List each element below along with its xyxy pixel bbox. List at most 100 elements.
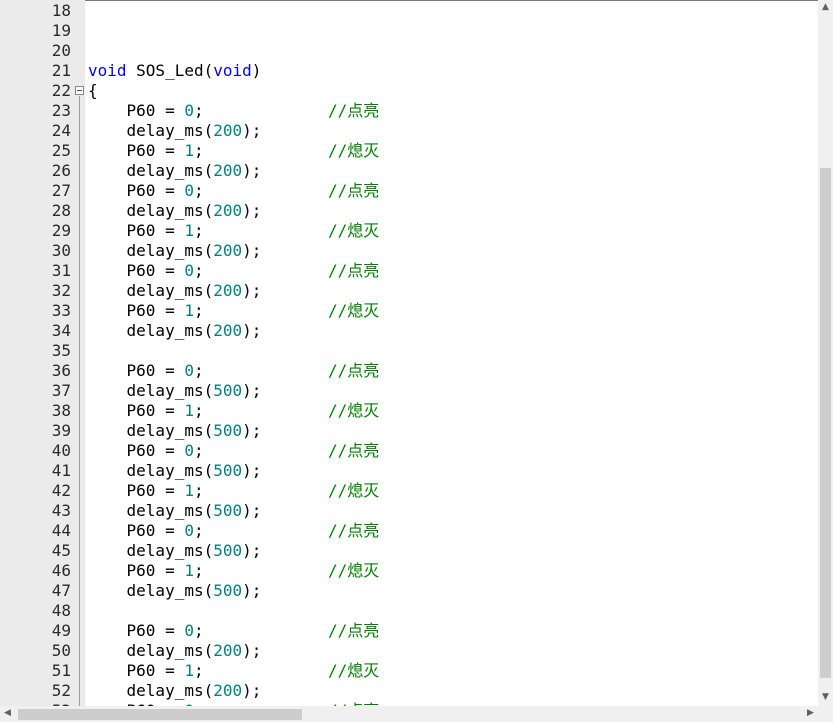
code-text: delay_ms(500); <box>88 381 262 401</box>
code-area[interactable]: 18 19 20 21 void SOS_Led(void) 22 {23 P60 = 0;… <box>0 1 818 706</box>
line-number: 32 <box>51 281 71 300</box>
code-line[interactable]: 23 P60 = 0; //点亮 <box>0 101 818 121</box>
line-number: 19 <box>51 21 71 40</box>
line-number: 26 <box>51 161 71 180</box>
code-line[interactable]: 38 P60 = 1; //熄灭 <box>0 401 818 421</box>
code-token: delay_ms( <box>88 201 214 220</box>
number-token: 500 <box>213 461 243 480</box>
number-token: 500 <box>213 541 243 560</box>
code-line[interactable]: 29 P60 = 1; //熄灭 <box>0 221 818 241</box>
scroll-up-arrow-icon[interactable]: ▲ <box>818 2 833 12</box>
code-line[interactable]: 39 delay_ms(500); <box>0 421 818 441</box>
code-line[interactable]: 31 P60 = 0; //点亮 <box>0 261 818 281</box>
code-line[interactable]: 32 delay_ms(200); <box>0 281 818 301</box>
line-number: 29 <box>51 221 71 240</box>
code-line[interactable]: 18 <box>0 1 818 21</box>
code-line[interactable]: 24 delay_ms(200); <box>0 121 818 141</box>
code-line[interactable]: 44 P60 = 0; //点亮 <box>0 521 818 541</box>
code-token: ); <box>242 161 262 180</box>
code-line[interactable]: 30 delay_ms(200); <box>0 241 818 261</box>
code-comment: //熄灭 <box>328 221 380 240</box>
fold-guide-line <box>79 96 80 706</box>
code-line[interactable]: 36 P60 = 0; //点亮 <box>0 361 818 381</box>
code-token: delay_ms( <box>88 121 214 140</box>
line-number: 34 <box>51 321 71 340</box>
code-line[interactable]: 20 <box>0 41 818 61</box>
code-text: P60 = 0; <box>88 441 204 461</box>
code-line[interactable]: 33 P60 = 1; //熄灭 <box>0 301 818 321</box>
number-token: 200 <box>213 161 243 180</box>
code-text: delay_ms(500); <box>88 581 262 601</box>
line-number: 36 <box>51 361 71 380</box>
code-text: P60 = 0; <box>88 621 204 641</box>
number-token: 1 <box>184 301 194 320</box>
code-line[interactable]: 41 delay_ms(500); <box>0 461 818 481</box>
code-token: ; <box>193 361 204 380</box>
horizontal-scroll-thumb[interactable] <box>18 709 302 720</box>
number-token: 0 <box>184 621 194 640</box>
line-number: 35 <box>51 341 71 360</box>
line-number: 22 <box>51 81 71 100</box>
vertical-scroll-thumb[interactable] <box>820 168 831 678</box>
code-line[interactable]: 19 <box>0 21 818 41</box>
code-text: delay_ms(500); <box>88 541 262 561</box>
code-line[interactable]: 46 P60 = 1; //熄灭 <box>0 561 818 581</box>
code-text: P60 = 1; <box>88 481 204 501</box>
scroll-left-arrow-icon[interactable]: ◀ <box>0 708 15 718</box>
code-line[interactable]: 48 <box>0 601 818 621</box>
code-line[interactable]: 51 P60 = 1; //熄灭 <box>0 661 818 681</box>
number-token: 0 <box>184 261 194 280</box>
line-number: 48 <box>51 601 71 620</box>
keyword-token: void <box>213 61 252 80</box>
scroll-down-arrow-icon[interactable]: ▼ <box>818 692 833 702</box>
code-text: void SOS_Led(void) <box>88 61 261 81</box>
code-line[interactable]: 52 delay_ms(200); <box>0 681 818 701</box>
code-line[interactable]: 40 P60 = 0; //点亮 <box>0 441 818 461</box>
code-text: delay_ms(200); <box>88 121 262 141</box>
code-line[interactable]: 26 delay_ms(200); <box>0 161 818 181</box>
code-line[interactable]: 49 P60 = 0; //点亮 <box>0 621 818 641</box>
code-token: ); <box>242 461 262 480</box>
scrollbar-corner <box>818 706 833 722</box>
code-text: P60 = 0; <box>88 181 204 201</box>
code-token: ; <box>193 221 204 240</box>
code-token: ); <box>242 321 262 340</box>
code-line[interactable]: 43 delay_ms(500); <box>0 501 818 521</box>
code-token: P60 = <box>88 141 185 160</box>
line-number: 50 <box>51 641 71 660</box>
code-token: ); <box>242 581 262 600</box>
code-line[interactable]: 25 P60 = 1; //熄灭 <box>0 141 818 161</box>
code-line[interactable]: 28 delay_ms(200); <box>0 201 818 221</box>
code-line[interactable]: 37 delay_ms(500); <box>0 381 818 401</box>
code-token: ; <box>193 561 204 580</box>
code-comment: //熄灭 <box>328 401 380 420</box>
code-line[interactable]: 22 { <box>0 81 818 101</box>
line-number: 21 <box>51 61 71 80</box>
code-token: P60 = <box>88 261 185 280</box>
code-token: delay_ms( <box>88 381 214 400</box>
code-token: ; <box>193 661 204 680</box>
line-number: 27 <box>51 181 71 200</box>
code-token: delay_ms( <box>88 501 214 520</box>
code-line[interactable]: 50 delay_ms(200); <box>0 641 818 661</box>
scroll-right-arrow-icon[interactable]: ▶ <box>803 708 818 718</box>
fold-collapse-icon[interactable] <box>75 86 84 95</box>
code-token: ; <box>193 521 204 540</box>
code-comment: //点亮 <box>328 441 380 460</box>
number-token: 200 <box>213 121 243 140</box>
code-editor[interactable]: 18 19 20 21 void SOS_Led(void) 22 {23 P60 = 0;… <box>0 0 833 722</box>
horizontal-scrollbar[interactable]: ◀ ▶ <box>0 706 818 722</box>
code-line[interactable]: 21 void SOS_Led(void) <box>0 61 818 81</box>
code-token: ; <box>193 481 204 500</box>
number-token: 0 <box>184 101 194 120</box>
code-line[interactable]: 42 P60 = 1; //熄灭 <box>0 481 818 501</box>
number-token: 0 <box>184 181 194 200</box>
code-line[interactable]: 47 delay_ms(500); <box>0 581 818 601</box>
code-text: delay_ms(200); <box>88 681 262 701</box>
keyword-token: void <box>88 61 127 80</box>
vertical-scrollbar[interactable]: ▲ ▼ <box>818 0 833 706</box>
code-line[interactable]: 35 <box>0 341 818 361</box>
code-line[interactable]: 45 delay_ms(500); <box>0 541 818 561</box>
code-line[interactable]: 27 P60 = 0; //点亮 <box>0 181 818 201</box>
code-line[interactable]: 34 delay_ms(200); <box>0 321 818 341</box>
